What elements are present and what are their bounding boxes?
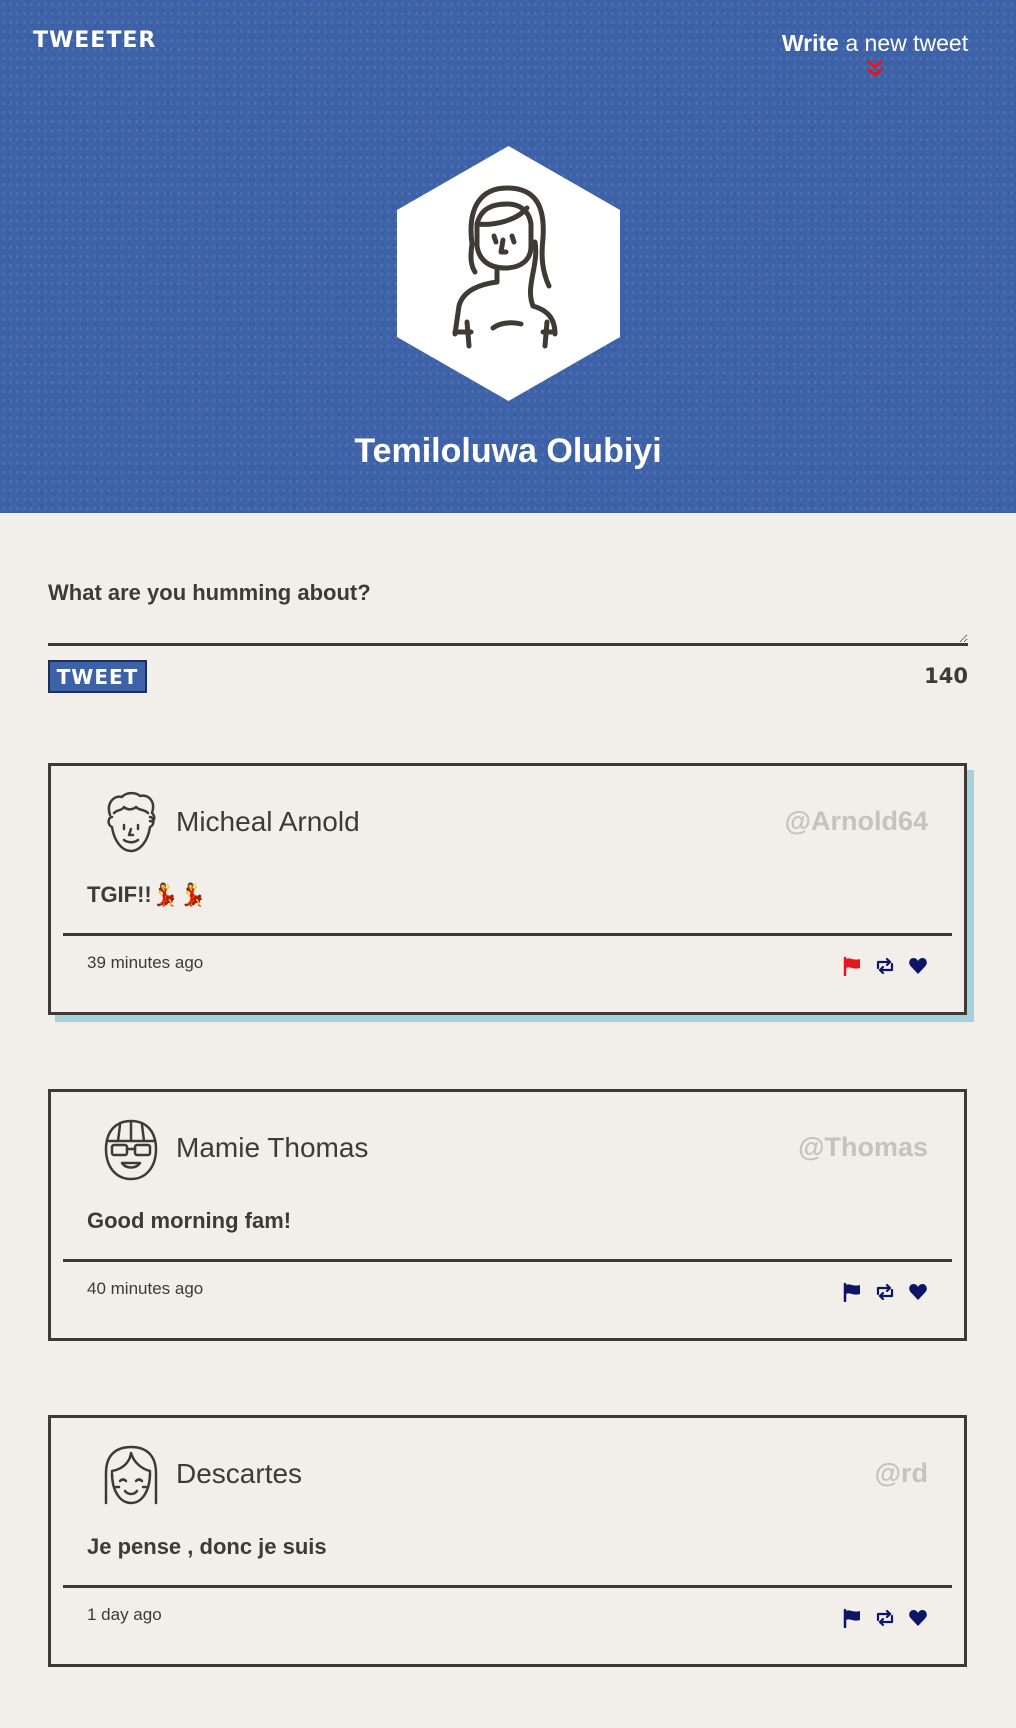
- user-avatar: [104, 1119, 158, 1181]
- tweet-button[interactable]: TWEET: [48, 660, 147, 693]
- heart-icon[interactable]: [908, 1282, 928, 1302]
- tweet-author-name[interactable]: Mamie Thomas: [176, 1132, 368, 1164]
- tweet-author-name[interactable]: Descartes: [176, 1458, 302, 1490]
- profile-avatar: [397, 146, 620, 401]
- retweet-icon[interactable]: [875, 1282, 895, 1302]
- logo[interactable]: TWEETER: [33, 28, 156, 53]
- tweet-card: Descartes @rd Je pense , donc je suis 1 …: [48, 1415, 967, 1667]
- profile-header: TWEETER Write a new tweet Temiloluwa Olu…: [0, 0, 1016, 513]
- character-counter: 140: [924, 664, 968, 688]
- tweet-text: Good morning fam!: [87, 1208, 292, 1233]
- user-avatar: [104, 1445, 158, 1505]
- flag-icon[interactable]: [842, 1282, 862, 1302]
- tweet-text: TGIF!!💃💃: [87, 882, 207, 907]
- retweet-icon[interactable]: [875, 1608, 895, 1628]
- tweet-author-handle[interactable]: @rd: [875, 1458, 928, 1489]
- tweet-timestamp: 40 minutes ago: [87, 1279, 204, 1298]
- tweet-card: Mamie Thomas @Thomas Good morning fam! 4…: [48, 1089, 967, 1341]
- tweet-actions: [842, 1282, 928, 1302]
- write-new-tweet-link[interactable]: Write a new tweet: [775, 30, 975, 81]
- compose-controls: TWEET 140: [48, 660, 968, 700]
- profile-name: Temiloluwa Olubiyi: [354, 432, 662, 470]
- tweet-divider: [63, 933, 952, 936]
- tweet-actions: [842, 1608, 928, 1628]
- tweet-timestamp: 39 minutes ago: [87, 953, 204, 972]
- tweet-textarea[interactable]: [48, 580, 968, 646]
- tweet-author-name[interactable]: Micheal Arnold: [176, 806, 360, 838]
- tweet-author-handle[interactable]: @Thomas: [798, 1132, 928, 1163]
- double-chevron-down-icon: [867, 60, 883, 77]
- write-label: Write a new tweet: [781, 30, 969, 56]
- tweet-divider: [63, 1259, 952, 1262]
- compose-form: TWEET 140: [48, 580, 968, 700]
- retweet-icon[interactable]: [875, 956, 895, 976]
- heart-icon[interactable]: [908, 956, 928, 976]
- tweet-author-handle[interactable]: @Arnold64: [785, 806, 928, 837]
- tweet-text: Je pense , donc je suis: [87, 1534, 327, 1559]
- tweet-card: Micheal Arnold @Arnold64 TGIF!!💃💃 39 min…: [48, 763, 967, 1015]
- heart-icon[interactable]: [908, 1608, 928, 1628]
- user-avatar: [107, 791, 156, 853]
- flag-icon[interactable]: [842, 956, 862, 976]
- tweet-timestamp: 1 day ago: [87, 1605, 162, 1624]
- tweet-actions: [842, 956, 928, 976]
- tweet-divider: [63, 1585, 952, 1588]
- flag-icon[interactable]: [842, 1608, 862, 1628]
